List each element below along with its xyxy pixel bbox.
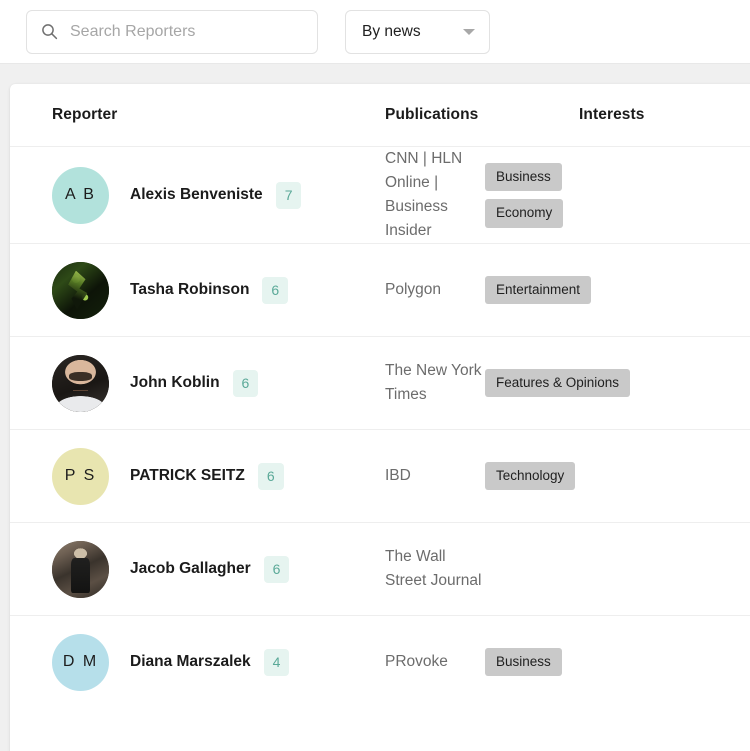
- interest-tag[interactable]: Business: [485, 648, 562, 677]
- chevron-down-icon: [463, 29, 475, 35]
- avatar-photo: [52, 262, 109, 319]
- column-header-reporter: Reporter: [52, 106, 385, 124]
- reporter-cell: John Koblin 6: [52, 355, 385, 412]
- reporter-cell: A B Alexis Benveniste 7: [52, 167, 385, 224]
- article-count-badge: 6: [258, 463, 284, 490]
- reporter-cell: D M Diana Marszalek 4: [52, 634, 385, 691]
- search-box[interactable]: [26, 10, 318, 54]
- interest-tag[interactable]: Features & Opinions: [485, 369, 630, 398]
- interests-cell: Entertainment: [485, 276, 750, 305]
- avatar[interactable]: [52, 355, 109, 412]
- table-row[interactable]: P S PATRICK SEITZ 6 IBDTechnology: [10, 429, 750, 522]
- article-count-badge: 6: [233, 370, 259, 397]
- interests-cell: Business: [485, 648, 750, 677]
- avatar-photo: [52, 355, 109, 412]
- table-row[interactable]: Jacob Gallagher 6 The Wall Street Journal: [10, 522, 750, 615]
- table-row[interactable]: Tasha Robinson 6 PolygonEntertainment: [10, 243, 750, 336]
- column-header-interests: Interests: [579, 106, 750, 124]
- interests-cell: Business Economy: [485, 163, 750, 228]
- interest-tag[interactable]: Business: [485, 163, 562, 192]
- publications-cell: The New York Times: [385, 359, 485, 407]
- table-row[interactable]: John Koblin 6 The New York TimesFeatures &…: [10, 336, 750, 429]
- avatar[interactable]: P S: [52, 448, 109, 505]
- reporter-name[interactable]: John Koblin: [130, 373, 220, 393]
- filter-dropdown[interactable]: By news: [345, 10, 490, 54]
- interests-cell: Technology: [485, 462, 750, 491]
- column-header-publications: Publications: [385, 106, 579, 124]
- reporters-card: Reporter Publications Interests A B Alexi…: [10, 84, 750, 751]
- interest-tag[interactable]: Technology: [485, 462, 575, 491]
- publications-cell: CNN | HLN Online | Business Insider: [385, 147, 485, 243]
- publications-cell: IBD: [385, 464, 485, 488]
- article-count-badge: 4: [264, 649, 290, 676]
- reporter-name[interactable]: Tasha Robinson: [130, 280, 249, 300]
- table-row[interactable]: A B Alexis Benveniste 7 CNN | HLN Online | …: [10, 146, 750, 243]
- reporter-name[interactable]: Alexis Benveniste: [130, 185, 263, 205]
- publications-cell: PRovoke: [385, 650, 485, 674]
- interest-tag[interactable]: Economy: [485, 199, 563, 228]
- article-count-badge: 7: [276, 182, 302, 209]
- reporter-cell: Tasha Robinson 6: [52, 262, 385, 319]
- top-toolbar: By news: [0, 0, 750, 64]
- table-body: A B Alexis Benveniste 7 CNN | HLN Online | …: [10, 146, 750, 708]
- page-body: Reporter Publications Interests A B Alexi…: [0, 64, 750, 751]
- article-count-badge: 6: [264, 556, 290, 583]
- publications-cell: The Wall Street Journal: [385, 545, 485, 593]
- publications-cell: Polygon: [385, 278, 485, 302]
- reporter-cell: Jacob Gallagher 6: [52, 541, 385, 598]
- reporter-name[interactable]: Diana Marszalek: [130, 652, 251, 672]
- reporters-table: Reporter Publications Interests A B Alexi…: [10, 84, 750, 708]
- article-count-badge: 6: [262, 277, 288, 304]
- avatar[interactable]: D M: [52, 634, 109, 691]
- avatar[interactable]: [52, 262, 109, 319]
- reporter-name[interactable]: Jacob Gallagher: [130, 559, 251, 579]
- search-input[interactable]: [70, 23, 303, 41]
- interests-cell: Features & Opinions: [485, 369, 750, 398]
- reporter-name[interactable]: PATRICK SEITZ: [130, 466, 245, 486]
- avatar[interactable]: A B: [52, 167, 109, 224]
- search-icon: [41, 23, 58, 40]
- table-header-row: Reporter Publications Interests: [10, 84, 750, 146]
- avatar-photo: [52, 541, 109, 598]
- reporter-cell: P S PATRICK SEITZ 6: [52, 448, 385, 505]
- table-row[interactable]: D M Diana Marszalek 4 PRovokeBusiness: [10, 615, 750, 708]
- interest-tag[interactable]: Entertainment: [485, 276, 591, 305]
- filter-dropdown-label: By news: [362, 23, 421, 41]
- avatar[interactable]: [52, 541, 109, 598]
